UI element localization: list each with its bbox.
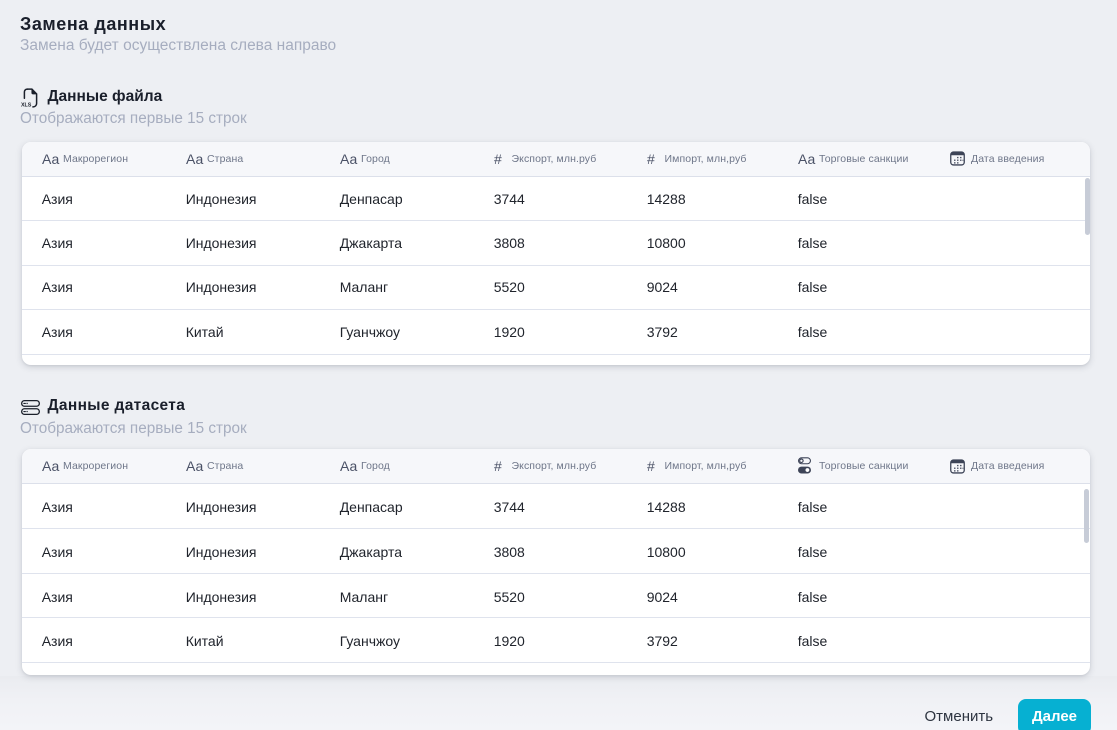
- svg-text:XLS: XLS: [21, 103, 32, 108]
